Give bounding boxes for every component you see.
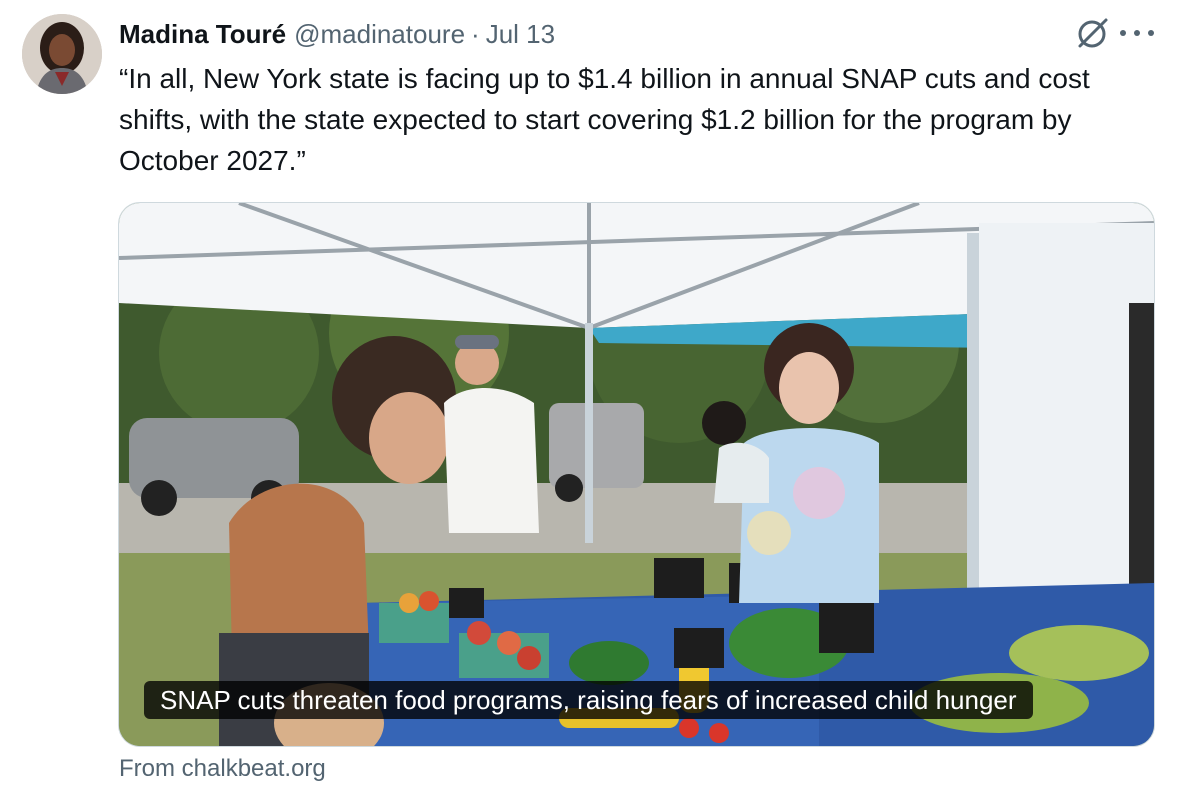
tweet-date[interactable]: Jul 13 bbox=[486, 19, 555, 50]
author-handle[interactable]: @madinatoure bbox=[294, 19, 465, 50]
more-dot bbox=[1148, 30, 1154, 36]
more-icon[interactable] bbox=[1120, 18, 1154, 48]
link-source[interactable]: From chalkbeat.org bbox=[119, 755, 326, 783]
separator-dot: · bbox=[471, 18, 480, 49]
link-card-caption[interactable]: SNAP cuts threaten food programs, raisin… bbox=[144, 681, 1033, 719]
farmers-market-photo-icon bbox=[119, 203, 1154, 746]
grok-icon[interactable] bbox=[1074, 14, 1112, 52]
author-name[interactable]: Madina Touré bbox=[119, 19, 286, 50]
profile-photo-icon bbox=[22, 14, 102, 94]
more-dot bbox=[1134, 30, 1140, 36]
author-avatar[interactable] bbox=[22, 14, 102, 94]
link-card[interactable] bbox=[118, 202, 1155, 747]
more-dot bbox=[1120, 30, 1126, 36]
tweet-text: “In all, New York state is facing up to … bbox=[119, 63, 1098, 176]
tweet-header: Madina Touré @madinatoure · Jul 13 bbox=[119, 16, 1154, 52]
